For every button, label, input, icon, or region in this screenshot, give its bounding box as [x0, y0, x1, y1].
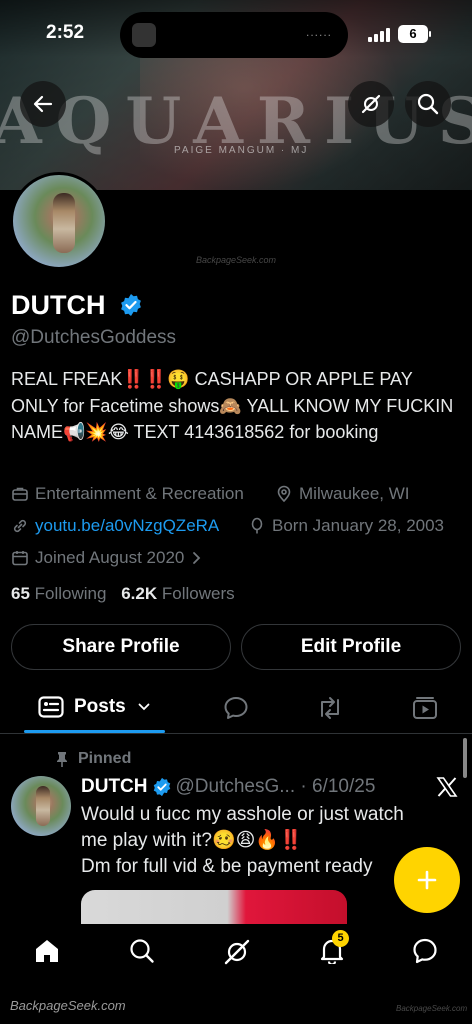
watermark-center: BackpageSeek.com	[196, 255, 277, 265]
signal-icon	[368, 28, 390, 42]
active-tab-indicator	[24, 730, 165, 733]
meta-birthday: Born January 28, 2003	[248, 516, 444, 536]
dynamic-island: ......	[120, 12, 348, 58]
post-text[interactable]: Would u fucc my asshole or just watch me…	[81, 802, 421, 880]
following-link[interactable]: 65 Following	[11, 584, 106, 603]
profile-tabs: Posts	[0, 686, 472, 734]
pin-icon	[57, 752, 67, 767]
following-label: Following	[34, 584, 107, 603]
verified-badge-icon	[121, 294, 141, 316]
meta-link[interactable]: youtu.be/a0vNzgQZeRA	[11, 516, 219, 536]
plus-icon	[417, 870, 437, 890]
share-profile-button[interactable]: Share Profile	[11, 624, 231, 670]
messages-icon[interactable]	[412, 938, 438, 964]
birthday-label: Born January 28, 2003	[272, 516, 445, 535]
explore-search-icon[interactable]	[129, 938, 155, 964]
profile-avatar[interactable]	[10, 172, 108, 270]
location-label: Milwaukee, WI	[299, 484, 410, 503]
grok-nav-icon[interactable]	[223, 938, 251, 966]
grok-button[interactable]	[348, 81, 394, 127]
post-text-line1: Would u fucc my asshole or just watch me…	[81, 804, 404, 851]
pinned-label: Pinned	[78, 750, 132, 767]
following-count: 65	[11, 584, 30, 603]
back-arrow-icon	[33, 95, 53, 113]
meta-category: Entertainment & Recreation	[11, 484, 244, 504]
balloon-icon	[251, 517, 263, 534]
meta-joined[interactable]: Joined August 2020	[11, 548, 208, 568]
notifications-nav-item[interactable]: 5	[320, 930, 349, 969]
x-logo-icon[interactable]	[436, 776, 458, 798]
battery-indicator: 6	[398, 25, 431, 43]
watermark-footer: BackpageSeek.com	[10, 998, 126, 1013]
followers-link[interactable]: 6.2K Followers	[121, 584, 234, 603]
post-header: DUTCH @DutchesG... · 6/10/25	[81, 776, 375, 798]
chevron-right-icon	[193, 552, 201, 564]
post-verified-badge-icon	[153, 777, 170, 797]
island-indicator: ......	[305, 25, 332, 39]
post-author-name[interactable]: DUTCH	[81, 776, 148, 798]
briefcase-icon	[12, 487, 28, 501]
grok-icon	[361, 94, 381, 114]
tab-posts[interactable]: Posts	[38, 696, 150, 718]
link-icon	[13, 519, 27, 533]
profile-name: DUTCH	[11, 290, 106, 320]
island-app-icon	[132, 23, 156, 47]
followers-count: 6.2K	[121, 584, 158, 603]
notifications-badge: 5	[332, 930, 349, 947]
joined-label: Joined August 2020	[35, 548, 185, 567]
repost-tab-icon[interactable]	[316, 696, 344, 720]
banner-credit: PAIGE MANGUM · MJ	[174, 145, 309, 156]
home-icon[interactable]	[34, 938, 60, 964]
post-handle-date: @DutchesG... · 6/10/25	[175, 776, 376, 797]
media-tab-icon[interactable]	[412, 696, 438, 720]
calendar-icon	[12, 551, 28, 566]
category-label: Entertainment & Recreation	[35, 484, 244, 503]
profile-handle: @DutchesGoddess	[11, 327, 177, 348]
search-icon	[417, 93, 439, 115]
scrollbar[interactable]	[463, 738, 467, 778]
search-button[interactable]	[405, 81, 451, 127]
chevron-down-icon	[138, 703, 150, 711]
website-link[interactable]: youtu.be/a0vNzgQZeRA	[35, 516, 219, 536]
pinned-indicator: Pinned	[56, 750, 131, 768]
post-avatar[interactable]	[11, 776, 71, 836]
meta-location: Milwaukee, WI	[275, 484, 410, 504]
status-time: 2:52	[46, 22, 85, 43]
watermark-corner: BackpageSeek.com	[396, 1004, 468, 1013]
replies-tab-icon[interactable]	[223, 696, 249, 720]
back-button[interactable]	[20, 81, 66, 127]
followers-label: Followers	[161, 584, 235, 603]
location-pin-icon	[277, 485, 291, 503]
tab-posts-label: Posts	[74, 696, 126, 717]
follow-stats: 65 Following 6.2K Followers	[11, 584, 235, 604]
profile-bio: REAL FREAK‼️‼️🤑 CASHAPP OR APPLE PAY ONL…	[11, 369, 454, 442]
post-text-line2: Dm for full vid & be payment ready	[81, 856, 373, 877]
compose-post-button[interactable]	[394, 847, 460, 913]
posts-tab-icon	[38, 696, 64, 718]
edit-profile-button[interactable]: Edit Profile	[241, 624, 461, 670]
bottom-navigation: 5	[0, 924, 472, 984]
